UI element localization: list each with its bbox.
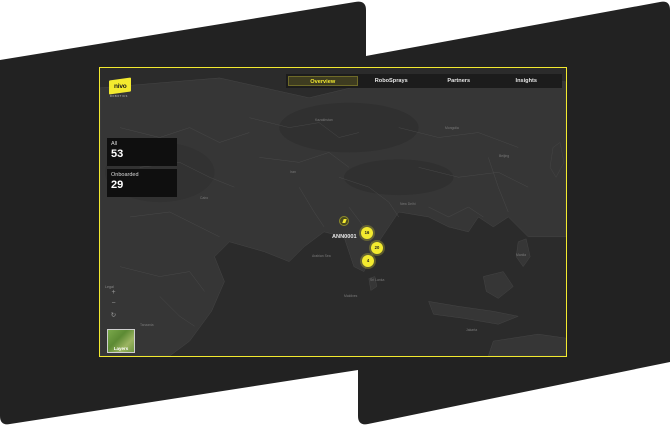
- brand-logo-subtitle: ROBOTICS: [110, 95, 128, 98]
- map-label-beijing: Beijing: [499, 154, 510, 158]
- app-window: Beijing Mongolia Kazakhstan Iran Cairo N…: [99, 67, 567, 357]
- device-marker-label: ANN0001: [332, 234, 357, 240]
- map-label-cairo: Cairo: [200, 196, 209, 200]
- terrain-shade-tibet: [343, 159, 454, 196]
- tab-insights[interactable]: Insights: [493, 76, 561, 86]
- stat-card-onboarded[interactable]: Onboarded 29: [107, 169, 177, 197]
- device-marker-pin-icon[interactable]: [339, 216, 349, 226]
- nav-tabs: Overview RoboSprays Partners Insights: [286, 74, 562, 88]
- map-label-sri-lanka: Sri Lanka: [370, 278, 385, 282]
- cluster-marker[interactable]: 16: [361, 227, 373, 239]
- zoom-out-button[interactable]: −: [107, 299, 120, 309]
- stat-onboarded-label: Onboarded: [111, 172, 139, 178]
- map-label-mongolia: Mongolia: [445, 126, 459, 130]
- terrain-shade-central-asia: [279, 102, 419, 153]
- map-label-iran: Iran: [290, 170, 296, 174]
- map-label-new-delhi: New Delhi: [400, 202, 416, 206]
- cluster-marker[interactable]: 20: [371, 242, 383, 254]
- stat-all-label: All: [111, 141, 118, 147]
- map-label-arabian-sea: Arabian Sea: [312, 254, 331, 258]
- brand-logo-text: nivo: [113, 82, 127, 90]
- map-label-kazakhstan: Kazakhstan: [315, 118, 333, 122]
- map-label-maldives: Maldives: [344, 294, 358, 298]
- stat-all-value: 53: [111, 148, 124, 160]
- tab-overview[interactable]: Overview: [288, 76, 358, 86]
- map-label-jakarta: Jakarta: [466, 328, 478, 332]
- tab-robosprays[interactable]: RoboSprays: [358, 76, 426, 86]
- layers-label: Layers: [113, 346, 129, 351]
- zoom-in-button[interactable]: +: [107, 288, 120, 298]
- cluster-marker[interactable]: 4: [362, 255, 374, 267]
- map-label-tanzania: Tanzania: [140, 323, 154, 327]
- stat-card-all[interactable]: All 53: [107, 138, 177, 166]
- layers-toggle-button[interactable]: Layers: [107, 329, 135, 353]
- tab-partners[interactable]: Partners: [425, 76, 493, 86]
- map-label-manila: Manila: [516, 253, 526, 257]
- reset-view-icon[interactable]: ↻: [107, 311, 120, 321]
- stat-onboarded-value: 29: [111, 179, 124, 191]
- world-map[interactable]: [100, 68, 566, 356]
